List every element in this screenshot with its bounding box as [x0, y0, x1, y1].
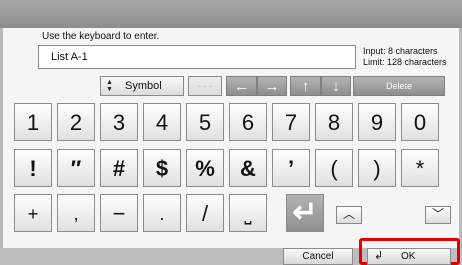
ok-button[interactable]: ↲ OK [367, 248, 451, 265]
key-exclamation[interactable]: ! [14, 149, 52, 187]
key-plus[interactable]: + [14, 194, 52, 232]
limit-count: Limit: 128 characters [363, 57, 447, 67]
arrow-left-icon: ← [234, 78, 249, 95]
hyphen-label: - - - [198, 81, 212, 91]
key-apostrophe[interactable]: ’ [272, 149, 310, 187]
ok-label: OK [401, 251, 416, 262]
key-minus[interactable]: − [100, 194, 138, 232]
input-value: List A-1 [51, 51, 88, 63]
key-double-quote[interactable]: ″ [57, 149, 95, 187]
key-4[interactable]: 4 [143, 103, 181, 141]
key-8[interactable]: 8 [315, 103, 353, 141]
key-3[interactable]: 3 [100, 103, 138, 141]
key-0[interactable]: 0 [401, 103, 439, 141]
cursor-up-button[interactable]: ↑ [290, 76, 321, 96]
delete-button[interactable]: Delete [353, 76, 445, 96]
cancel-button[interactable]: Cancel [283, 248, 353, 265]
key-5[interactable]: 5 [186, 103, 224, 141]
key-1[interactable]: 1 [14, 103, 52, 141]
key-9[interactable]: 9 [358, 103, 396, 141]
screen: Use the keyboard to enter. List A-1 Inpu… [0, 0, 462, 265]
key-hash[interactable]: # [100, 149, 138, 187]
cursor-left-button[interactable]: ← [226, 76, 257, 96]
key-2[interactable]: 2 [57, 103, 95, 141]
instruction-text: Use the keyboard to enter. [42, 31, 160, 42]
hyphen-button[interactable]: - - - [188, 76, 222, 96]
arrow-right-icon: → [264, 78, 280, 95]
key-6[interactable]: 6 [229, 103, 267, 141]
key-period[interactable]: . [143, 194, 181, 232]
scroll-down-button[interactable]: ﹀ [425, 206, 451, 224]
arrow-down-icon: ↓ [332, 78, 340, 95]
text-input-field[interactable]: List A-1 [38, 45, 356, 69]
key-comma[interactable]: , [57, 194, 95, 232]
key-open-paren[interactable]: ( [315, 149, 353, 187]
return-icon: ↲ [374, 250, 384, 262]
key-7[interactable]: 7 [272, 103, 310, 141]
cursor-down-button[interactable]: ↓ [321, 76, 351, 96]
arrow-up-icon: ↑ [301, 78, 310, 95]
key-slash[interactable]: / [186, 194, 224, 232]
chevron-down-icon: ﹀ [431, 207, 444, 221]
key-percent[interactable]: % [186, 149, 224, 187]
symbol-label: Symbol [125, 80, 162, 92]
key-dollar[interactable]: $ [143, 149, 181, 187]
spin-arrows-icon: ▲ ▼ [106, 79, 113, 93]
input-count: Input: 8 characters [363, 46, 438, 56]
symbol-mode-button[interactable]: ▲ ▼ Symbol [100, 76, 184, 96]
key-ampersand[interactable]: & [229, 149, 267, 187]
key-asterisk[interactable]: * [401, 149, 439, 187]
character-limits: Input: 8 characters Limit: 128 character… [363, 46, 447, 68]
enter-key[interactable]: ↵ [286, 194, 324, 232]
top-bar [0, 0, 462, 28]
key-space[interactable]: ⎵ [229, 194, 267, 232]
cursor-right-button[interactable]: → [257, 76, 287, 96]
chevron-up-icon: ︿ [342, 207, 355, 221]
delete-label: Delete [385, 81, 412, 91]
scroll-up-button[interactable]: ︿ [336, 206, 362, 224]
key-close-paren[interactable]: ) [358, 149, 396, 187]
enter-icon: ↵ [292, 196, 318, 229]
